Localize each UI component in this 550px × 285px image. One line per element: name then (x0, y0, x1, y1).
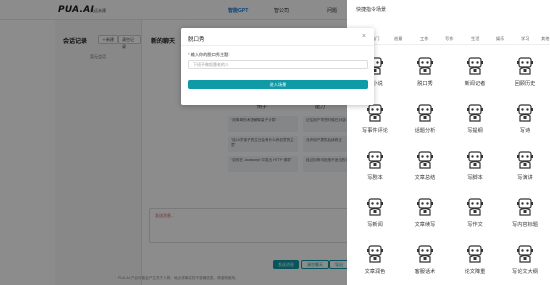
robot-icon (417, 151, 433, 169)
scene-tile-label: 话题分析 (414, 128, 436, 134)
robot-icon (517, 245, 533, 263)
robot-icon (367, 245, 383, 263)
scene-tile[interactable]: 写作文 (450, 191, 500, 241)
scene-tile-label: 写论文大纲 (512, 269, 538, 275)
scene-tile-label: 写诗 (519, 128, 531, 134)
robot-icon (417, 57, 433, 75)
scene-tile[interactable]: 新闻记者 (450, 50, 500, 100)
robot-icon (417, 198, 433, 216)
topic-field-label: *输入你的脱口秀主题: (188, 52, 230, 58)
scene-tile[interactable]: 文章总结 (400, 144, 450, 194)
scene-tile-label: 写演讲 (517, 175, 533, 181)
shortcut-drawer: 快捷指令场景 全部 热门 创意 工作 写作 生活 娱乐 学习 其他 写小说脱口秀… (347, 0, 550, 285)
robot-icon (517, 57, 533, 75)
topic-field-label-text: 输入你的脱口秀主题: (190, 52, 230, 57)
tab-life[interactable]: 生活 (471, 36, 479, 42)
tab-work[interactable]: 工作 (420, 36, 428, 42)
scene-tile[interactable]: 客服话术 (400, 238, 450, 285)
scene-tile-label: 脱口秀 (417, 81, 433, 87)
scene-tile[interactable]: 回顾历史 (500, 50, 550, 100)
scene-tile[interactable]: 文章润色 (350, 238, 400, 285)
scene-tile-label: 回顾历史 (514, 81, 536, 87)
scene-tile[interactable]: 论文降重 (450, 238, 500, 285)
scene-tile-label: 写提纲 (467, 128, 483, 134)
scene-tile-label: 写新闻 (367, 222, 383, 228)
close-icon[interactable]: × (362, 33, 366, 40)
dialog-title: 脱口秀 (188, 37, 205, 43)
scene-tile-label: 论文降重 (464, 269, 486, 275)
drawer-tabs: 全部 热门 创意 工作 写作 生活 娱乐 学习 其他 (347, 33, 550, 45)
enter-scene-button[interactable]: 进入场景 (188, 80, 368, 89)
tab-writing[interactable]: 写作 (445, 36, 453, 42)
dialog-divider (181, 45, 374, 46)
scene-tile-label: 写事件评论 (362, 128, 388, 134)
scene-tile[interactable]: 写新闻 (350, 191, 400, 241)
scene-tile[interactable]: 写诗 (500, 97, 550, 147)
scene-tile[interactable]: 写提纲 (450, 97, 500, 147)
robot-icon (367, 151, 383, 169)
drawer-title: 快捷指令场景 (356, 7, 387, 13)
scene-tile-label: 文章总结 (414, 175, 436, 181)
scene-tile[interactable]: 写脚本 (450, 144, 500, 194)
robot-icon (517, 104, 533, 122)
scene-tile[interactable]: 写论文大纲 (500, 238, 550, 285)
topic-input[interactable] (188, 60, 368, 69)
robot-icon (467, 245, 483, 263)
robot-icon (467, 104, 483, 122)
scene-tile[interactable]: 脱口秀 (400, 50, 450, 100)
scene-tile[interactable]: 文章续写 (400, 191, 450, 241)
robot-icon (517, 198, 533, 216)
tab-creative[interactable]: 创意 (394, 36, 402, 42)
scene-tile-label: 写作文 (467, 222, 483, 228)
tab-study[interactable]: 学习 (521, 36, 529, 42)
scene-tile-label: 文章续写 (414, 222, 436, 228)
scene-tile[interactable]: 写剧本 (350, 144, 400, 194)
scene-tile[interactable]: 写内容标题 (500, 191, 550, 241)
scene-tile-label: 写剧本 (367, 175, 383, 181)
robot-icon (467, 198, 483, 216)
scene-tile-label: 客服话术 (414, 269, 436, 275)
scene-tile-label: 新闻记者 (464, 81, 486, 87)
scene-tile[interactable]: 话题分析 (400, 97, 450, 147)
robot-icon (417, 104, 433, 122)
required-marker: * (188, 52, 190, 57)
scene-tile-label: 写内容标题 (512, 222, 538, 228)
robot-icon (467, 57, 483, 75)
robot-icon (467, 151, 483, 169)
scene-tile[interactable]: 写演讲 (500, 144, 550, 194)
robot-icon (517, 151, 533, 169)
scene-tile-label: 写脚本 (467, 175, 483, 181)
robot-icon (367, 198, 383, 216)
scene-dialog: 脱口秀 × *输入你的脱口秀主题: 进入场景 (181, 28, 374, 105)
tab-entertainment[interactable]: 娱乐 (496, 36, 504, 42)
scene-tile-label: 文章润色 (364, 269, 386, 275)
robot-icon (367, 104, 383, 122)
tab-other[interactable]: 其他 (541, 36, 549, 42)
robot-icon (417, 245, 433, 263)
